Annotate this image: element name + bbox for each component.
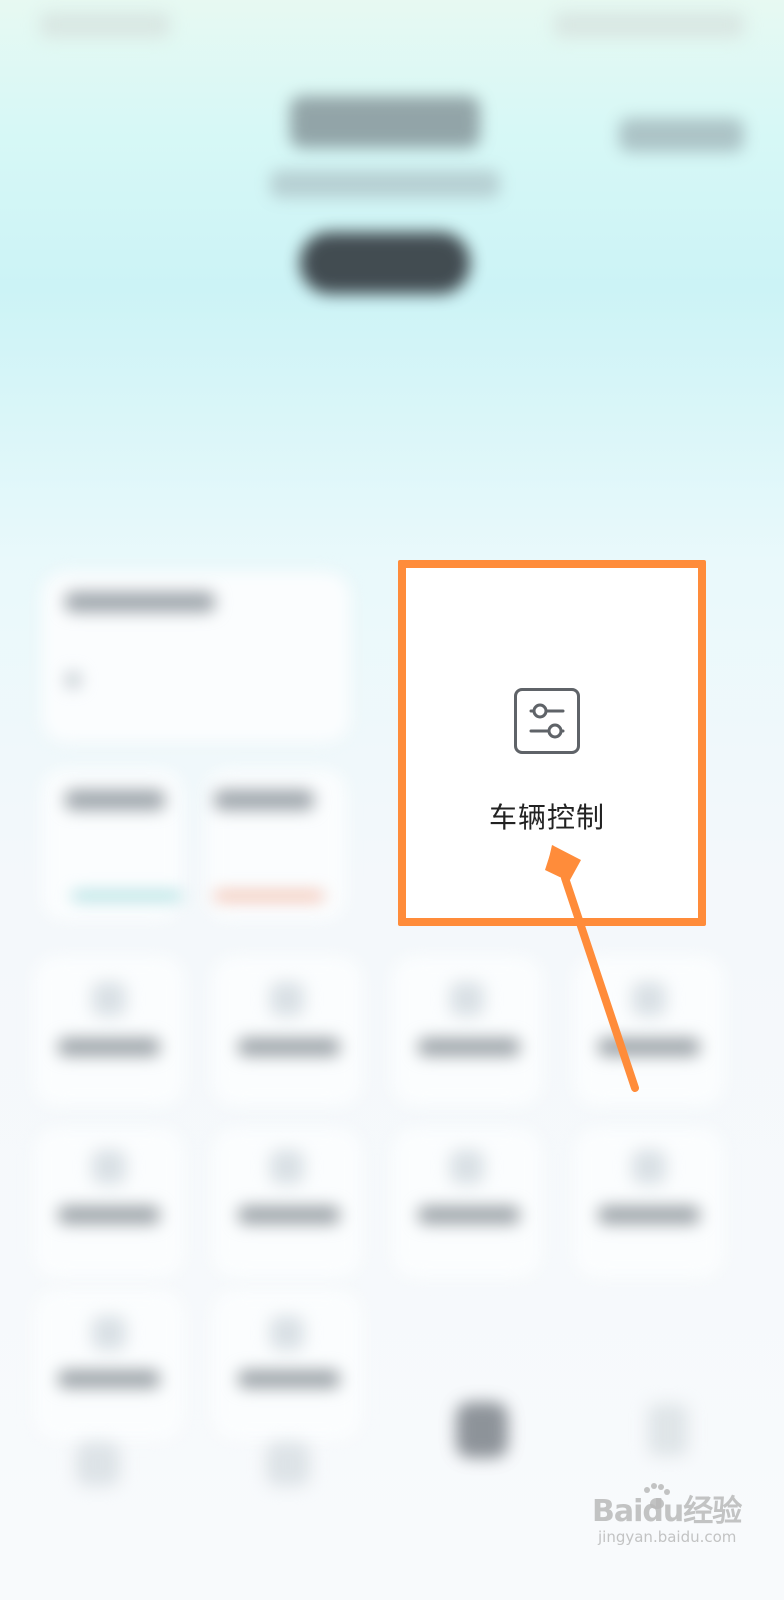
blurred-tile-label [238,1038,340,1056]
blurred-header-title [290,96,480,148]
paw-icon [644,1483,670,1509]
blurred-bottom-icon [648,1404,688,1456]
blurred-tile-label [238,1370,340,1388]
blurred-tile-label [418,1038,520,1056]
blurred-tile-icon [270,1150,304,1184]
vehicle-control-label: 车辆控制 [488,802,605,833]
blurred-tile-label [58,1370,160,1388]
blurred-tile-label [598,1206,700,1224]
blurred-tile-icon [450,982,484,1016]
blurred-header-subtitle [270,170,500,198]
blurred-left-card-dot [65,672,81,688]
baidu-watermark: Baidu经验 jingyan.baidu.com [592,1483,742,1566]
blurred-tile-icon [92,1316,126,1350]
blurred-tile-label [598,1038,700,1056]
blurred-bottom-icon [266,1442,310,1486]
blurred-tile-icon [632,982,666,1016]
blurred-tile-icon [270,982,304,1016]
blurred-tile-icon [450,1150,484,1184]
blurred-tile-label [58,1038,160,1056]
blurred-tile-icon [92,1150,126,1184]
blurred-tile-icon [92,982,126,1016]
blurred-tile [34,1290,184,1440]
blurred-tile [212,1290,362,1440]
blurred-bottom-icon-active [456,1402,508,1458]
blurred-bottom-icon [76,1442,120,1486]
blurred-tile-label [238,1206,340,1224]
blurred-header-right-action [619,118,744,152]
status-bar-right [554,12,744,38]
blurred-mini-progress-2 [214,892,324,900]
blurred-tile-icon [632,1150,666,1184]
blurred-left-card-label [65,592,215,612]
blurred-tile-label [418,1206,520,1224]
blurred-tile [392,956,542,1106]
blurred-mini-label-2 [214,790,314,810]
blurred-tile-icon [270,1316,304,1350]
blurred-mini-progress-1 [72,892,182,900]
blurred-mini-label-1 [65,790,165,810]
sliders-control-icon [514,688,580,754]
blurred-tile-label [58,1206,160,1224]
blurred-tile [574,956,724,1106]
status-bar-left [40,12,170,38]
watermark-site: jingyan.baidu.com [598,1528,737,1546]
blurred-tile [212,956,362,1106]
blurred-header-button [300,232,470,294]
blurred-tile [34,956,184,1106]
